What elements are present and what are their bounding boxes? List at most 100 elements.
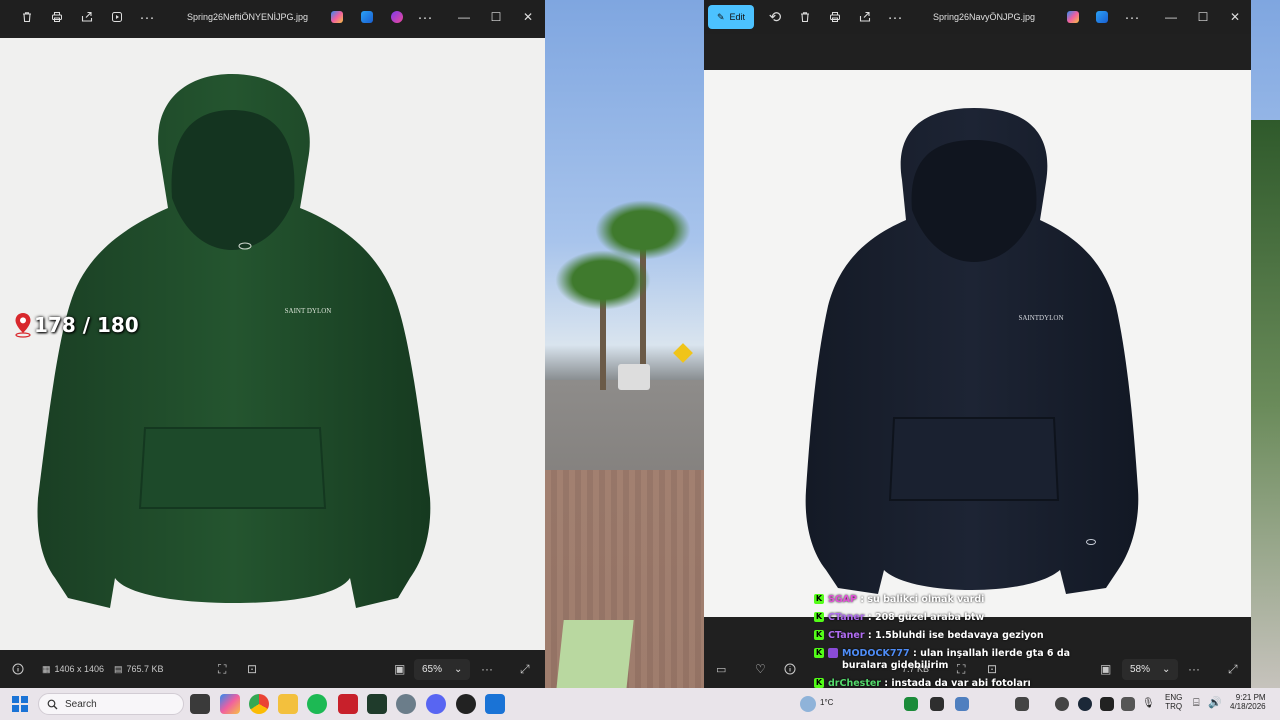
spotify-icon[interactable] [307,694,327,714]
taskbar-search[interactable]: Search [38,693,184,715]
more-options-icon[interactable]: ··· [481,662,493,676]
fit-to-window-icon[interactable]: ▣ [1100,662,1111,676]
more-options-icon[interactable]: ··· [880,2,910,32]
chat-message: K CTaner : 1.5bluhdi ise bedavaya geziyo… [814,630,1044,641]
microphone-icon[interactable]: 🎙 [1142,698,1155,709]
visual-search-icon[interactable]: ⊡ [247,662,257,676]
weather-icon[interactable] [800,696,816,712]
slideshow-icon[interactable] [102,2,132,32]
streaming-app-icon[interactable] [338,694,358,714]
task-view-icon[interactable] [190,694,210,714]
photos-window-right: ✎ Edit ⟲ ··· Spring26NavyÖNJPG.jpg ··· —… [704,0,1251,688]
chat-text: 208 güzel araba btw [874,612,985,623]
steam-icon[interactable] [1078,697,1092,711]
more-options-icon[interactable]: ··· [1188,662,1200,676]
kick-badge-icon: K [814,648,824,658]
chat-text: 1.5bluhdi ise bedavaya geziyon [874,630,1044,641]
more-options-icon[interactable]: ··· [132,2,162,32]
clock-time: 9:21 PM [1235,693,1266,702]
chevron-down-icon: ⌄ [1162,664,1171,675]
designer-icon[interactable] [1087,2,1117,32]
more-options-icon[interactable]: ··· [1117,2,1147,32]
designer-icon[interactable] [352,2,382,32]
clock[interactable]: 9:21 PM 4/18/2026 [1230,693,1266,711]
dimensions-text: 1406 x 1406 [54,664,105,674]
language-indicator[interactable]: ENG TRQ [1165,693,1182,711]
zoom-level: 58% [1130,664,1151,675]
kick-badge-icon: K [814,630,824,640]
delete-icon[interactable] [790,2,820,32]
chat-message: K MODOCK777 : ulan inşallah ilerde gta 6… [814,648,1071,671]
chevron-down-icon: ⌄ [454,664,463,675]
filmstrip-icon[interactable]: ▭ [716,663,726,676]
taskbar: Search 1°C 🎙 ENG TRQ ⌸ 🔊 9:21 PM 4/18/20… [0,688,1280,720]
image-size-icon: ▦ [42,663,51,674]
info-icon[interactable] [12,663,24,675]
titlebar: ··· Spring26NeftiÖNYENİJPG.jpg ··· — ☐ ✕ [0,0,545,34]
settings-icon[interactable] [396,694,416,714]
edit-button[interactable]: ✎ Edit [708,5,755,29]
keyboard-layout-text: TRQ [1165,702,1183,711]
close-button[interactable]: ✕ [1218,0,1251,34]
tray-app-icon[interactable] [955,697,969,711]
dimensions-readout: ▦ 1406 x 1406 [42,664,104,675]
minimize-button[interactable]: — [1154,0,1188,34]
network-icon[interactable]: ⌸ [1193,697,1200,710]
copilot-icon[interactable] [220,694,240,714]
terminal-icon[interactable] [367,694,387,714]
file-icon: ▤ [114,663,123,674]
crop-icon[interactable]: ⛶ [218,662,226,677]
edit-icon: ✎ [717,11,725,22]
zoom-dropdown[interactable]: 58% ⌄ [1122,659,1179,680]
tray-app-icon[interactable] [1055,697,1069,711]
maximize-button[interactable]: ☐ [1186,0,1220,34]
tray-app-icon[interactable] [1100,697,1114,711]
location-pin-icon [15,313,31,338]
close-button[interactable]: ✕ [511,0,545,34]
parked-car [618,364,650,390]
tray-app-icon[interactable] [1015,697,1029,711]
language-text: ENG [1165,693,1183,702]
obs-icon[interactable] [456,694,476,714]
fullscreen-icon[interactable]: ⤢ [520,662,530,677]
chat-message: K SGAP : su balikci olmak vardi [814,594,985,605]
zoom-dropdown[interactable]: 65% ⌄ [414,659,471,680]
status-bar: ▦ 1406 x 1406 ▤ 765.7 KB ⛶ ⊡ ▣ 65% ⌄ ···… [0,650,545,688]
delete-icon[interactable] [12,2,42,32]
volume-icon[interactable]: 🔊 [1208,696,1222,709]
kick-badge-icon: K [814,678,824,688]
photos-icon[interactable] [485,694,505,714]
clipchamp-icon[interactable] [382,2,412,32]
fullscreen-icon[interactable]: ⤢ [1228,662,1238,677]
maximize-button[interactable]: ☐ [479,0,513,34]
more-options-icon[interactable]: ··· [410,2,440,32]
start-button[interactable] [12,696,28,712]
chat-message: K CTaner : 208 güzel araba btw [814,612,985,623]
image-canvas[interactable]: SAINTDYLON [704,70,1251,617]
file-explorer-icon[interactable] [278,694,298,714]
road-sign [673,343,693,363]
edit-label: Edit [729,12,746,22]
copilot-icon[interactable] [322,2,352,32]
tray-app-icon[interactable] [930,697,944,711]
image-canvas[interactable]: SAINT DYLON [0,38,545,650]
info-icon[interactable] [784,663,796,675]
print-icon[interactable] [820,2,850,32]
print-icon[interactable] [42,2,72,32]
minimize-button[interactable]: — [447,0,481,34]
favorite-heart-icon[interactable]: ♡ [755,662,766,676]
clock-date: 4/18/2026 [1230,702,1266,711]
share-icon[interactable] [850,2,880,32]
tray-app-icon[interactable] [1121,697,1135,711]
discord-icon[interactable] [426,694,446,714]
brand-logo: SAINT DYLON [285,307,332,315]
rotate-icon[interactable]: ⟲ [760,2,790,32]
tray-app-icon[interactable] [904,697,918,711]
moderator-badge-icon [828,648,838,658]
share-icon[interactable] [72,2,102,32]
chat-username: MODOCK777 [842,648,910,659]
chrome-icon[interactable] [249,694,269,714]
fit-to-window-icon[interactable]: ▣ [394,662,405,676]
copilot-icon[interactable] [1058,2,1088,32]
chat-username: CTaner [828,630,865,641]
